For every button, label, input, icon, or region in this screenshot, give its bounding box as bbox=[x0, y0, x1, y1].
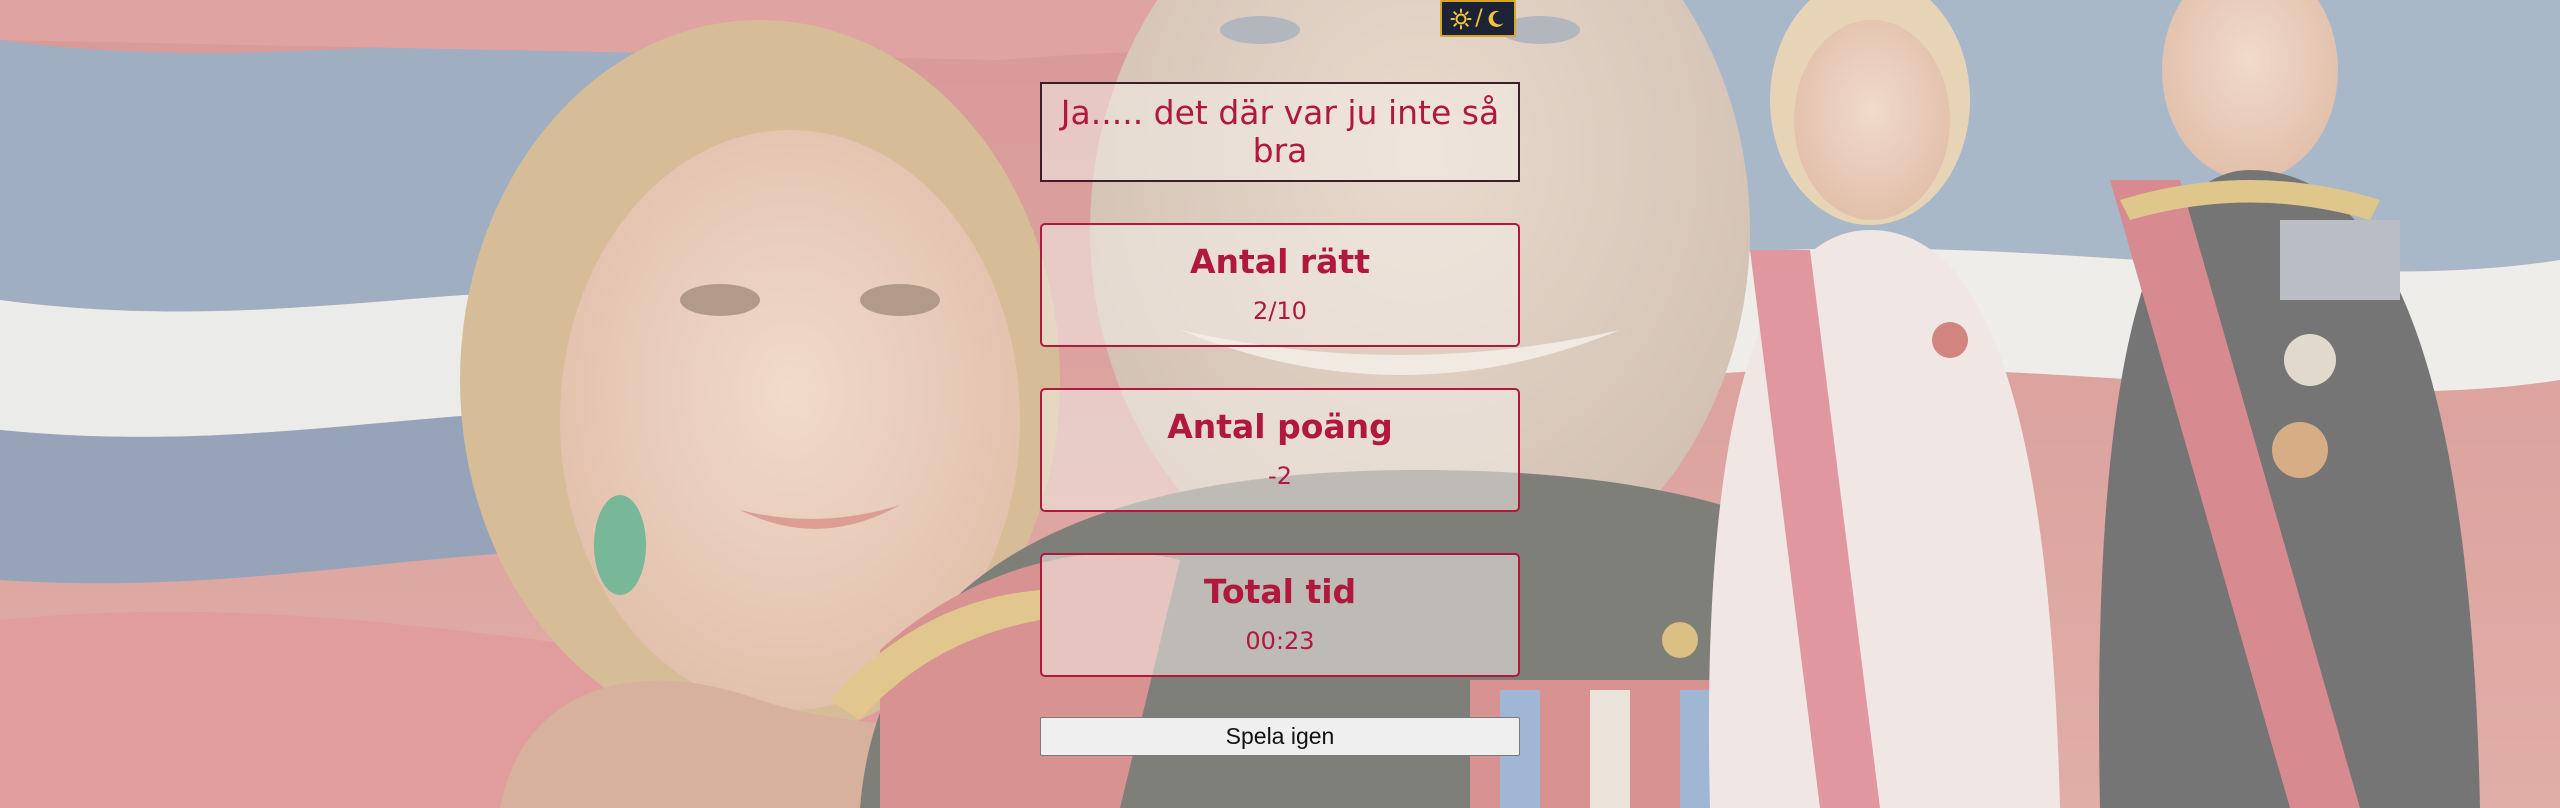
stat-label: Antal rätt bbox=[1190, 242, 1370, 281]
sun-icon bbox=[1450, 8, 1472, 29]
stat-value: 2/10 bbox=[1253, 297, 1307, 325]
stat-label: Total tid bbox=[1203, 572, 1357, 611]
stat-card-correct: Antal rätt 2/10 bbox=[1040, 223, 1520, 347]
result-message-box: Ja..... det där var ju inte så bra bbox=[1040, 82, 1520, 182]
result-message: Ja..... det där var ju inte så bra bbox=[1060, 93, 1500, 170]
theme-toggle-button[interactable]: / bbox=[1440, 0, 1516, 37]
stat-card-points: Antal poäng -2 bbox=[1040, 388, 1520, 512]
stat-card-time: Total tid 00:23 bbox=[1040, 553, 1520, 677]
moon-icon bbox=[1488, 10, 1504, 27]
stat-value: -2 bbox=[1268, 462, 1292, 490]
stat-value: 00:23 bbox=[1245, 627, 1315, 655]
theme-toggle-separator: / bbox=[1475, 6, 1483, 31]
quiz-result-screen: / Ja..... det där var ju inte så bra Ant… bbox=[0, 0, 2560, 808]
play-again-button[interactable]: Spela igen bbox=[1040, 717, 1520, 756]
stat-label: Antal poäng bbox=[1167, 407, 1393, 446]
